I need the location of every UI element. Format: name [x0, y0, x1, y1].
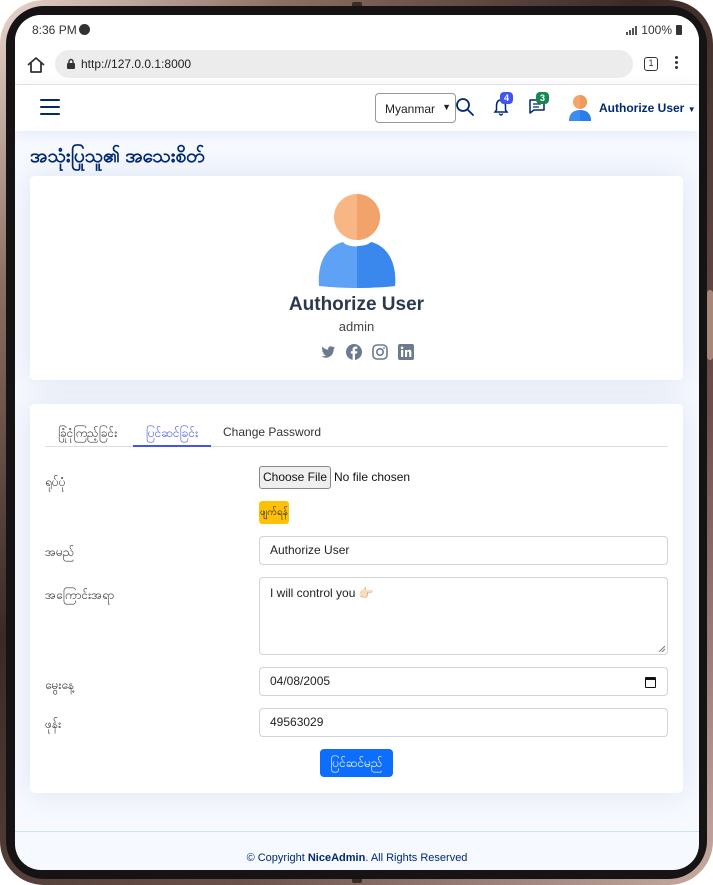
about-label: အကြောင်းအရာ [45, 588, 114, 602]
page-title: အသုံးပြုသူ၏ အသေးစိတ် [30, 146, 205, 167]
calendar-icon[interactable] [645, 677, 656, 688]
instagram-icon[interactable] [372, 344, 388, 360]
browser-menu-icon[interactable] [675, 55, 679, 73]
phone-label: ဖုန်း [45, 717, 62, 731]
device-frame: 8:36 PM 100% http://127.0.0.1:8000 1 Mya… [0, 0, 713, 885]
battery-level: 100% [641, 23, 672, 37]
language-value: Myanmar [385, 102, 436, 116]
profile-tabs: ခြုံငုံကြည့်ခြင်း ပြင်ဆင်ခြင်း Change Pa… [45, 416, 668, 447]
phone-input[interactable]: 49563029 [259, 708, 668, 737]
birthday-input[interactable]: 04/08/2005 [259, 667, 668, 696]
search-icon[interactable] [455, 97, 475, 117]
photo-label: ရုပ်ပုံ [45, 475, 66, 489]
user-avatar[interactable] [567, 94, 593, 122]
app-header: Myanmar ▼ 4 3 Authorize User ▼ [15, 85, 699, 131]
edit-profile-card: ခြုံငုံကြည့်ခြင်း ပြင်ဆင်ခြင်း Change Pa… [30, 404, 683, 793]
address-bar[interactable]: http://127.0.0.1:8000 [55, 50, 633, 78]
about-textarea[interactable]: I will control you 👉🏻 [259, 577, 668, 655]
social-links [320, 344, 414, 360]
messages-badge: 3 [536, 92, 550, 104]
status-time: 8:36 PM [32, 23, 77, 37]
tab-overview[interactable]: ခြုံငုံကြည့်ခြင်း [58, 416, 117, 447]
about-value: I will control you 👉🏻 [270, 586, 374, 600]
phone-value: 49563029 [270, 715, 324, 729]
tab-switcher-icon[interactable]: 1 [644, 57, 658, 71]
linkedin-icon[interactable] [398, 344, 414, 360]
screen: 8:36 PM 100% http://127.0.0.1:8000 1 Mya… [15, 15, 699, 870]
profile-role: admin [338, 319, 375, 334]
browser-toolbar: http://127.0.0.1:8000 1 [15, 45, 699, 85]
battery-icon [676, 25, 682, 35]
resize-handle-icon[interactable] [658, 645, 665, 652]
birthday-label: မွေးနေ့ [45, 678, 75, 692]
name-input[interactable]: Authorize User [259, 536, 668, 565]
footer-brand-link[interactable]: NiceAdmin [308, 852, 365, 864]
save-changes-button[interactable]: ပြင်ဆင်မည် [320, 749, 393, 777]
language-select[interactable]: Myanmar ▼ [375, 93, 456, 123]
url-text: http://127.0.0.1:8000 [81, 57, 192, 71]
notifications-badge: 4 [500, 92, 514, 104]
app-notification-icon [79, 24, 90, 35]
birthday-value: 04/08/2005 [270, 674, 331, 688]
status-bar: 8:36 PM 100% [15, 15, 699, 45]
footer: © Copyright NiceAdmin. All Rights Reserv… [15, 831, 699, 870]
tab-edit-profile[interactable]: ပြင်ဆင်ခြင်း [133, 416, 211, 447]
chevron-down-icon: ▼ [442, 102, 451, 112]
profile-card: Authorize User admin [30, 176, 683, 380]
profile-name: Authorize User [288, 294, 425, 315]
delete-photo-button[interactable]: ဖျက်ရန် [259, 501, 289, 524]
footer-suffix: . All Rights Reserved [365, 852, 468, 864]
status-right: 100% [626, 23, 682, 37]
twitter-icon[interactable] [320, 344, 336, 360]
user-name: Authorize User [599, 101, 685, 115]
name-label: အမည် [45, 545, 75, 559]
choose-file-button[interactable]: Choose File [259, 466, 331, 489]
lock-icon [67, 58, 75, 69]
profile-avatar [318, 194, 396, 288]
side-button [707, 290, 713, 360]
footer-prefix: © Copyright [246, 852, 308, 864]
name-value: Authorize User [270, 543, 350, 557]
tab-change-password[interactable]: Change Password [223, 416, 321, 447]
home-icon[interactable] [25, 54, 47, 76]
user-menu-toggle[interactable]: Authorize User ▼ [599, 101, 696, 115]
facebook-icon[interactable] [346, 344, 362, 360]
hamburger-menu-icon[interactable] [40, 99, 60, 115]
signal-icon [626, 25, 638, 35]
file-status-text: No file chosen [334, 470, 411, 484]
